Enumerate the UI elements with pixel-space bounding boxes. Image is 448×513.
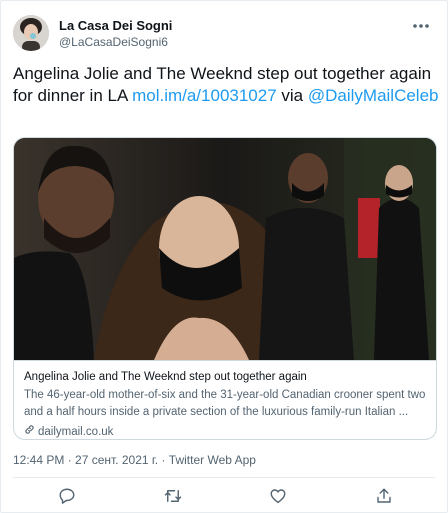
- card-domain[interactable]: dailymail.co.uk: [24, 424, 426, 439]
- retweet-icon[interactable]: [164, 487, 182, 505]
- card-description: The 46-year-old mother-of-six and the 31…: [24, 389, 426, 418]
- link-preview-card[interactable]: Angelina Jolie and The Weeknd step out t…: [13, 137, 437, 440]
- card-domain-text: dailymail.co.uk: [38, 426, 114, 438]
- heart-icon[interactable]: [269, 487, 287, 505]
- tweet-timestamp[interactable]: 12:44 PM · 27 сент. 2021 г. · Twitter We…: [13, 453, 256, 468]
- tweet-mention[interactable]: @DailyMailCeleb: [308, 86, 439, 105]
- link-icon: [24, 424, 35, 439]
- card-image[interactable]: [14, 138, 436, 360]
- author-info: La Casa Dei Sogni @LaCasaDeiSogni6: [59, 18, 172, 50]
- share-icon[interactable]: [375, 487, 393, 505]
- author-handle[interactable]: @LaCasaDeiSogni6: [59, 34, 172, 50]
- reply-icon[interactable]: [58, 487, 76, 505]
- more-options-icon[interactable]: [409, 17, 433, 35]
- card-body: Angelina Jolie and The Weeknd step out t…: [14, 360, 436, 439]
- tweet-actions: [1, 485, 448, 507]
- avatar[interactable]: [13, 15, 49, 51]
- tweet-text: Angelina Jolie and The Weeknd step out t…: [13, 63, 441, 107]
- tweet-header: La Casa Dei Sogni @LaCasaDeiSogni6: [13, 15, 435, 55]
- tweet-card: La Casa Dei Sogni @LaCasaDeiSogni6 Angel…: [0, 0, 448, 513]
- author-display-name[interactable]: La Casa Dei Sogni: [59, 18, 172, 34]
- tweet-text-via: via: [276, 86, 308, 105]
- card-title: Angelina Jolie and The Weeknd step out t…: [24, 371, 307, 383]
- divider: [13, 477, 435, 478]
- tweet-link[interactable]: mol.im/a/10031027: [132, 86, 277, 105]
